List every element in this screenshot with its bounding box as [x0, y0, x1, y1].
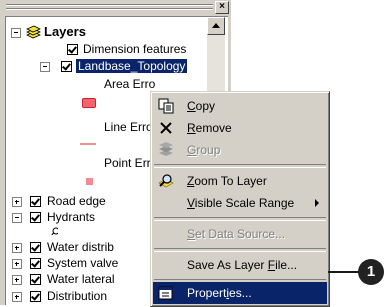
expand-icon[interactable] — [12, 197, 22, 207]
checkbox[interactable] — [61, 61, 72, 72]
menu-item-group[interactable]: Group — [153, 139, 327, 161]
polygon-symbol-icon — [82, 98, 96, 108]
copy-icon — [158, 98, 174, 114]
checkbox[interactable] — [30, 291, 41, 302]
tree-row-landbase[interactable]: Landbase_Topology — [6, 59, 206, 73]
zoom-to-layer-icon — [158, 174, 174, 188]
tree-row-layers[interactable]: Layers — [11, 25, 211, 39]
checkbox[interactable] — [30, 242, 41, 253]
checkbox[interactable] — [30, 274, 41, 285]
layer-label-selected: Landbase_Topology — [76, 59, 188, 73]
collapse-icon[interactable] — [12, 213, 22, 223]
layers-icon — [26, 25, 41, 39]
expand-icon[interactable] — [12, 275, 22, 285]
layer-label: Dimension features — [83, 42, 187, 56]
line-symbol-icon — [80, 143, 96, 145]
menu-item-visible-scale-range[interactable]: Visible Scale Range — [153, 192, 327, 214]
window-titlebar[interactable]: × — [0, 0, 231, 14]
group-icon — [159, 142, 173, 156]
expand-icon[interactable] — [12, 292, 22, 302]
layer-label: Distribution — [47, 289, 108, 303]
properties-icon — [158, 286, 173, 300]
menu-separator — [154, 248, 326, 252]
checkbox[interactable] — [30, 196, 41, 207]
layer-label: Road edge — [47, 194, 106, 208]
submenu-arrow-icon — [315, 199, 319, 207]
scroll-up-button[interactable] — [207, 17, 225, 35]
tree-row-dimension[interactable]: Dimension features — [6, 42, 206, 56]
menu-item-copy[interactable]: Copy — [153, 95, 327, 117]
checkbox[interactable] — [67, 44, 78, 55]
menu-item-remove[interactable]: Remove — [153, 117, 327, 139]
expand-icon[interactable] — [12, 243, 22, 253]
menu-item-properties[interactable]: Properties... — [153, 282, 327, 304]
callout-number-badge: 1 — [358, 259, 384, 285]
checkbox[interactable] — [30, 258, 41, 269]
menu-item-save-as-layer-file[interactable]: Save As Layer File... — [153, 254, 327, 276]
remove-icon — [160, 122, 172, 134]
layer-label: System valve — [47, 256, 119, 270]
point-symbol-icon — [86, 178, 93, 185]
hydrant-symbol-icon — [51, 227, 58, 235]
layer-label: Hydrants — [47, 210, 96, 224]
close-button[interactable]: × — [215, 1, 229, 14]
legend-label: Line Erro — [104, 120, 153, 134]
layer-context-menu: Copy Remove Group Zoom To Layer Visible … — [150, 91, 330, 307]
menu-separator — [154, 164, 326, 168]
legend-label: Area Erro — [104, 77, 156, 91]
layer-label: Water distrib — [47, 240, 114, 254]
menu-item-zoom-to-layer[interactable]: Zoom To Layer — [153, 170, 327, 192]
layer-label: Water lateral — [47, 272, 115, 286]
menu-item-set-data-source[interactable]: Set Data Source... — [153, 223, 327, 245]
menu-separator — [154, 217, 326, 221]
legend-label: Point Err — [104, 156, 151, 170]
collapse-icon[interactable] — [40, 62, 50, 72]
checkbox[interactable] — [30, 212, 41, 223]
expand-icon[interactable] — [12, 259, 22, 269]
layers-label: Layers — [44, 24, 86, 39]
tree-row-area-error: Area Erro — [6, 77, 206, 91]
collapse-icon[interactable] — [11, 28, 21, 38]
